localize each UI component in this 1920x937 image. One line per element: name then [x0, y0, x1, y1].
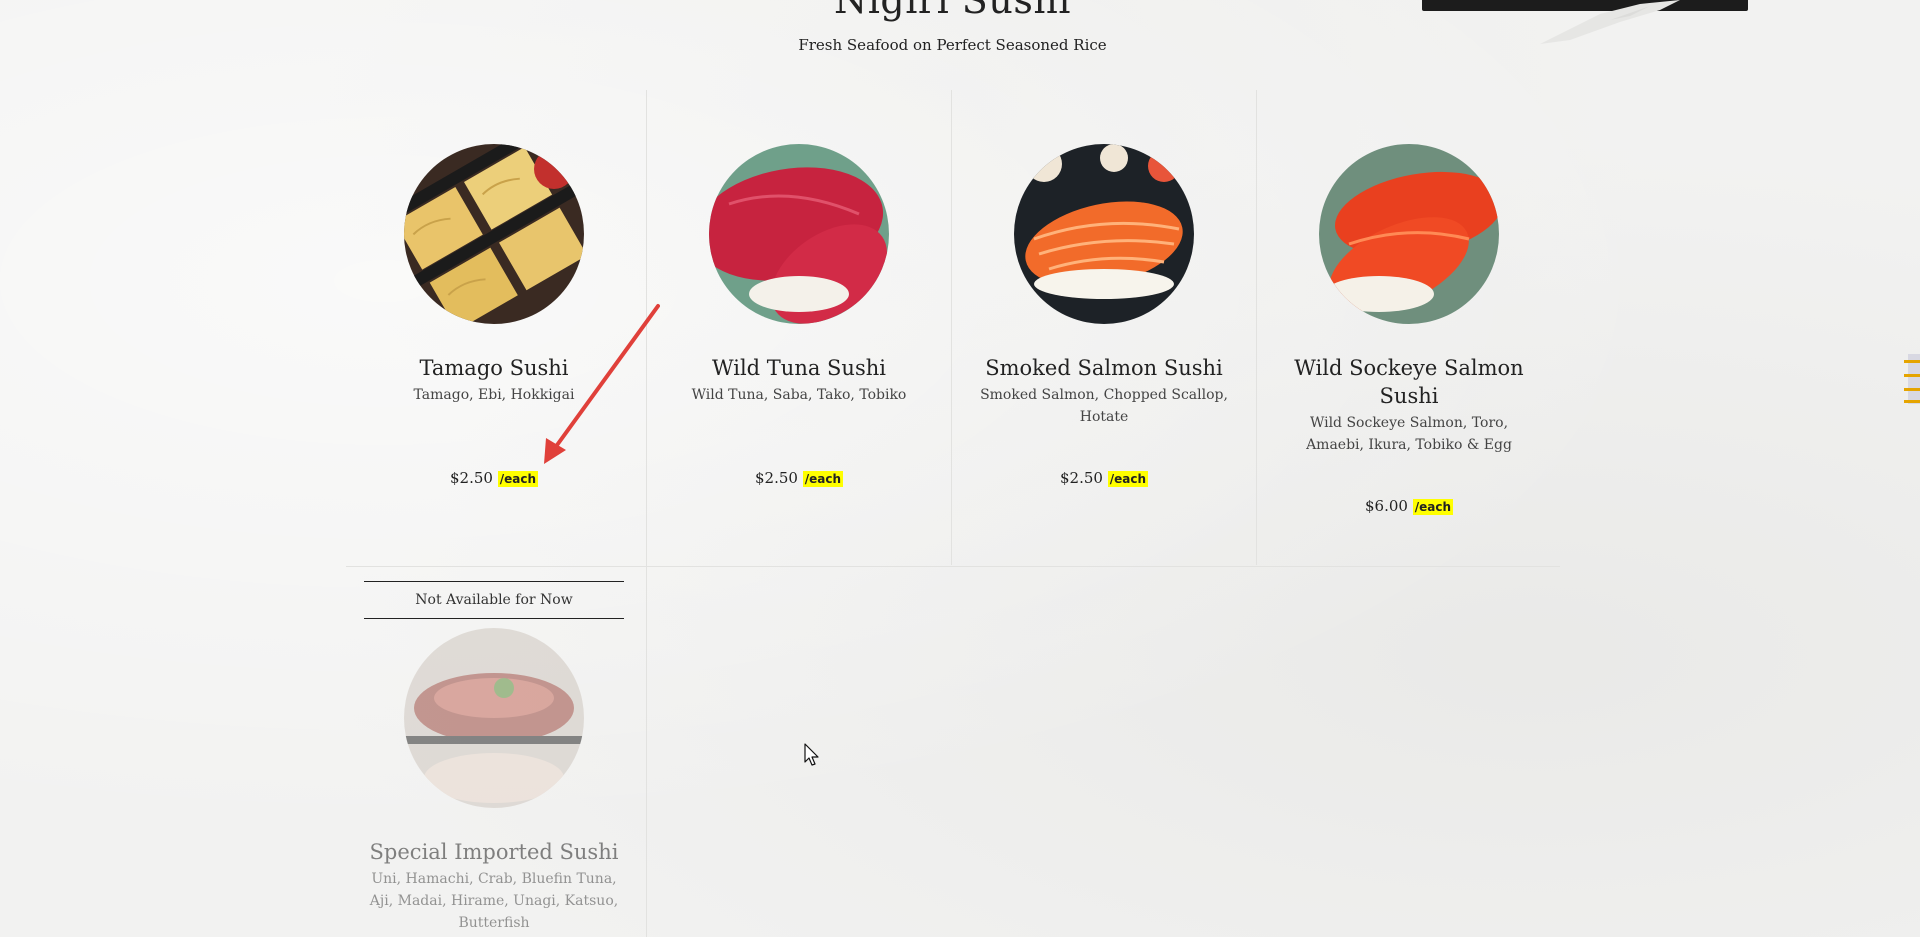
menu-item-card[interactable]: Wild Tuna Sushi Wild Tuna, Saba, Tako, T… — [649, 144, 949, 504]
grid-divider — [346, 566, 1560, 567]
price-value: $2.50 — [449, 469, 493, 487]
tamago-sushi-photo — [404, 144, 584, 324]
annotation-arrow-icon — [544, 304, 660, 464]
brush-stroke-decoration — [1540, 0, 1680, 44]
wild-tuna-sushi-photo — [709, 144, 889, 324]
wild-sockeye-salmon-sushi-photo — [1319, 144, 1499, 324]
price-value: $2.50 — [754, 469, 798, 487]
smoked-salmon-sushi-photo — [1014, 144, 1194, 324]
menu-item-card[interactable]: Wild Sockeye Salmon Sushi Wild Sockeye S… — [1259, 144, 1559, 524]
menu-item-price: $2.50 /each — [954, 469, 1254, 487]
menu-item-name: Wild Sockeye Salmon Sushi — [1294, 356, 1524, 408]
grid-divider — [646, 90, 647, 937]
menu-item-desc: Wild Tuna, Saba, Tako, Tobiko — [691, 387, 907, 403]
menu-item-name: Smoked Salmon Sushi — [985, 356, 1223, 380]
menu-item-price: $2.50 /each — [344, 469, 644, 487]
menu-item-price: $2.50 /each — [649, 469, 949, 487]
menu-item-desc: Uni, Hamachi, Crab, Bluefin Tuna, Aji, M… — [369, 871, 619, 931]
price-unit-tag: /each — [497, 471, 538, 487]
grid-divider — [1256, 90, 1257, 565]
price-value: $6.00 — [1364, 497, 1408, 515]
price-value: $2.50 — [1059, 469, 1103, 487]
menu-item-desc: Smoked Salmon, Chopped Scallop, Hotate — [980, 387, 1228, 425]
special-imported-sushi-photo — [404, 628, 584, 808]
grid-divider — [951, 90, 952, 565]
price-unit-tag: /each — [802, 471, 843, 487]
menu-item-card-unavailable: Special Imported Sushi Uni, Hamachi, Cra… — [344, 628, 644, 937]
menu-item-name: Special Imported Sushi — [369, 840, 619, 864]
price-unit-tag: /each — [1107, 471, 1148, 487]
menu-item-name: Wild Tuna Sushi — [712, 356, 886, 380]
menu-item-desc: Wild Sockeye Salmon, Toro, Amaebi, Ikura… — [1306, 415, 1512, 453]
scroll-indicator-icon[interactable] — [1904, 354, 1920, 404]
mouse-cursor-icon — [804, 743, 819, 766]
not-available-banner: Not Available for Now — [364, 581, 624, 619]
price-unit-tag: /each — [1412, 499, 1453, 515]
menu-item-card[interactable]: Smoked Salmon Sushi Smoked Salmon, Chopp… — [954, 144, 1254, 504]
menu-item-price: $6.00 /each — [1259, 497, 1559, 515]
